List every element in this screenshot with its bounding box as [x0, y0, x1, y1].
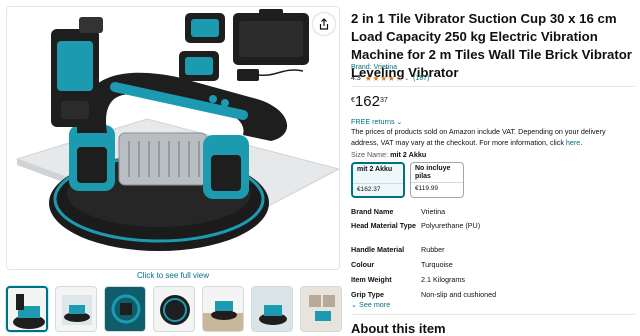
rating-chevron-icon[interactable]: ⌄: [404, 75, 409, 82]
rating-count-link[interactable]: (187): [413, 75, 429, 82]
spec-key: Item Weight: [351, 275, 392, 284]
see-more-link[interactable]: ⌄ See more: [351, 300, 390, 309]
vat-here-link[interactable]: here: [566, 138, 580, 147]
thumb-wall-use[interactable]: [300, 286, 342, 332]
thumb-image: [13, 294, 45, 329]
thumb-image: [160, 295, 190, 325]
price-fraction: 37: [379, 97, 388, 104]
chevron-down-icon: ⌄: [396, 117, 403, 126]
spec-key: Handle Material: [351, 245, 405, 254]
size-name-label: Size Name: mit 2 Akku: [351, 150, 426, 159]
size-option-mit-2-akku[interactable]: mit 2 Akku €162.37: [351, 162, 405, 198]
free-returns-label: FREE returns: [351, 117, 395, 126]
rating-value: 4.3: [351, 75, 361, 82]
spec-key: Colour: [351, 260, 375, 269]
spec-value: Non-slip and cushioned: [421, 290, 497, 299]
size-option-no-incluye-pilas[interactable]: No incluye pilas €119.99: [410, 162, 464, 198]
thumb-features[interactable]: [104, 286, 146, 332]
thumb-image: [203, 301, 243, 331]
free-returns-link[interactable]: FREE returns ⌄: [351, 117, 403, 126]
main-product-image[interactable]: [6, 6, 340, 270]
vat-period: .: [580, 137, 583, 147]
thumb-dimensions[interactable]: [55, 286, 97, 332]
brand-link[interactable]: Brand: Vrietina: [351, 64, 397, 71]
spec-value: Turquoise: [421, 260, 453, 269]
about-this-item-heading: About this item: [351, 321, 446, 336]
size-option-price: €119.99: [415, 185, 439, 192]
rating-row: 4.3 ★★★★☆ ⌄ (187): [351, 74, 429, 83]
divider: [351, 314, 635, 315]
rating-stars-icon[interactable]: ★★★★☆: [365, 74, 403, 83]
chevron-down-icon: ⌄: [351, 300, 358, 309]
price: € 162 37: [351, 94, 388, 110]
tile-vibrator-illustration: [15, 9, 339, 251]
thumb-vibration[interactable]: [251, 286, 293, 332]
click-to-see-full-view-link[interactable]: Click to see full view: [6, 271, 340, 280]
size-name-selected: mit 2 Akku: [390, 150, 427, 159]
divider: [351, 86, 635, 87]
thumb-tool-front[interactable]: [6, 286, 48, 332]
spec-row: Colour Turquoise: [351, 259, 621, 270]
thumb-tile-use[interactable]: [202, 286, 244, 332]
spec-value: Rubber: [421, 245, 445, 254]
vat-notice: The prices of products sold on Amazon in…: [351, 127, 635, 148]
size-option-price: €162.37: [357, 186, 381, 193]
spec-row: Item Weight 2.1 Kilograms: [351, 274, 621, 285]
product-title: 2 in 1 Tile Vibrator Suction Cup 30 x 16…: [351, 11, 632, 80]
thumb-suction-cup[interactable]: [153, 286, 195, 332]
spec-row: Brand Name Vrietina: [351, 206, 621, 217]
spec-value: Vrietina: [421, 207, 446, 216]
share-icon: [319, 18, 329, 30]
thumb-image: [62, 295, 92, 325]
spec-key: Brand Name: [351, 207, 394, 216]
thumb-image: [252, 287, 292, 331]
size-name-key: Size Name:: [351, 150, 389, 159]
spec-key: Head Material Type: [351, 221, 416, 230]
spec-value: 2.1 Kilograms: [421, 275, 465, 284]
share-button[interactable]: [313, 13, 335, 35]
spec-row: Handle Material Rubber: [351, 244, 621, 255]
spec-row: Head Material Type Polyurethane (PU): [351, 220, 621, 231]
spec-row: Grip Type Non-slip and cushioned: [351, 289, 621, 300]
size-option-name: No incluye pilas: [411, 163, 463, 183]
spec-key: Grip Type: [351, 290, 385, 299]
thumb-image: [301, 287, 341, 331]
thumb-image: [105, 287, 145, 331]
size-option-name: mit 2 Akku: [353, 164, 403, 184]
spec-value: Polyurethane (PU): [421, 221, 481, 230]
see-more-label: See more: [359, 300, 391, 309]
price-whole: 162: [354, 93, 380, 110]
